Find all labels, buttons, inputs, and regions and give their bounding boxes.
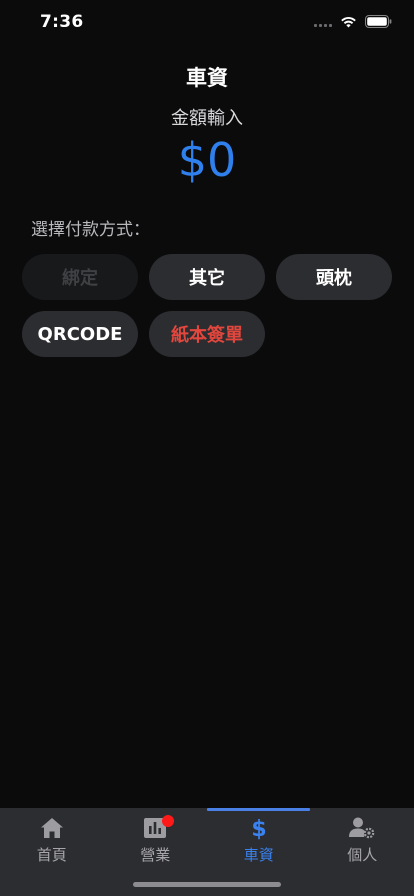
chart-icon xyxy=(144,815,175,840)
tab-fare[interactable]: $ 車資 xyxy=(207,808,311,868)
tab-profile[interactable]: 個人 xyxy=(311,808,414,868)
payment-headrest-button[interactable]: 頭枕 xyxy=(276,254,392,300)
tab-profile-label: 個人 xyxy=(347,846,378,864)
notification-badge xyxy=(162,815,175,827)
cellular-signal-icon xyxy=(314,17,332,27)
payment-qrcode-button[interactable]: QRCODE xyxy=(22,311,138,357)
amount-input-label: 金額輸入 xyxy=(171,108,243,129)
status-bar: 7:36 xyxy=(0,0,414,44)
home-icon xyxy=(40,816,64,840)
tab-home[interactable]: 首頁 xyxy=(0,808,104,868)
tab-business-label: 營業 xyxy=(140,846,171,864)
page-title: 車資 xyxy=(186,66,228,90)
status-icons xyxy=(314,15,392,28)
payment-method-label: 選擇付款方式： xyxy=(31,220,150,240)
fare-screen: 7:36 車資 金額輸入 $0 選擇付款方式： 綁定 其它 頭枕 QRCODE … xyxy=(0,0,414,896)
amount-input[interactable]: $0 xyxy=(0,133,414,187)
dollar-icon: $ xyxy=(251,816,267,840)
home-indicator[interactable] xyxy=(133,882,281,887)
wifi-icon xyxy=(340,16,357,28)
battery-icon xyxy=(365,15,392,28)
payment-paper-voucher-button[interactable]: 紙本簽單 xyxy=(149,311,265,357)
user-settings-icon xyxy=(349,816,375,840)
status-time: 7:36 xyxy=(40,12,84,32)
payment-bind-button: 綁定 xyxy=(22,254,138,300)
tab-home-label: 首頁 xyxy=(36,846,67,864)
tab-fare-label: 車資 xyxy=(243,846,274,864)
payment-other-button[interactable]: 其它 xyxy=(149,254,265,300)
svg-text:$: $ xyxy=(251,817,266,840)
tab-business[interactable]: 營業 xyxy=(104,808,208,868)
